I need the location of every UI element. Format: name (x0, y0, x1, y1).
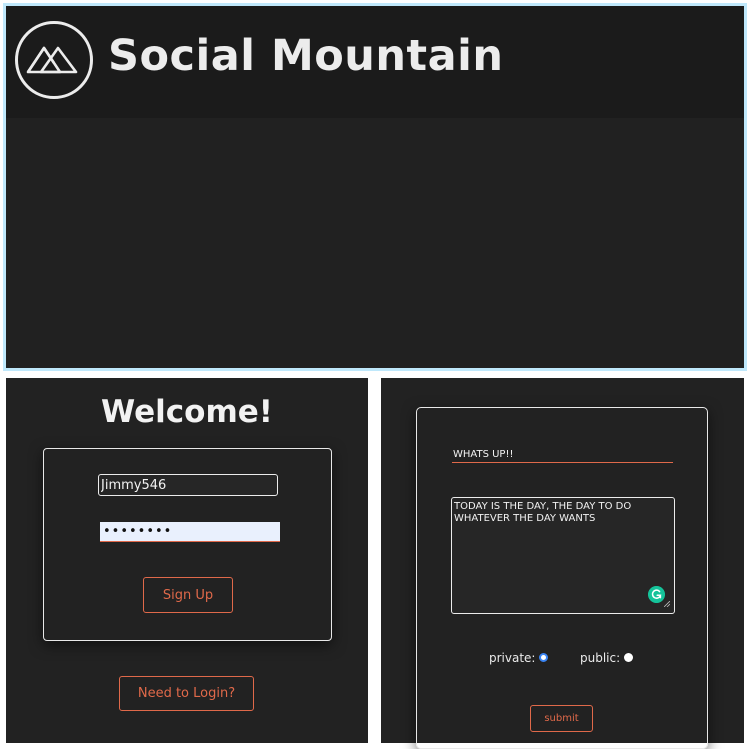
username-input[interactable] (98, 474, 278, 496)
privacy-options: private: public: (417, 649, 707, 667)
private-radio[interactable] (539, 653, 548, 662)
app-header: Social Mountain (6, 6, 744, 118)
welcome-heading: Welcome! (101, 394, 273, 430)
sign-up-button[interactable]: Sign Up (143, 577, 233, 613)
public-label: public: (580, 651, 621, 665)
signup-panel: Welcome! Sign Up Need to Login? (6, 378, 368, 743)
resize-grip-icon[interactable] (664, 601, 670, 607)
new-post-card: TODAY IS THE DAY, THE DAY TO DO WHATEVER… (416, 407, 708, 749)
private-label: private: (489, 651, 536, 665)
public-radio[interactable] (624, 653, 633, 662)
signup-form-card: Sign Up (43, 448, 332, 641)
password-input[interactable] (100, 522, 280, 542)
need-to-login-button[interactable]: Need to Login? (119, 676, 254, 711)
app-title: Social Mountain (108, 31, 504, 81)
grammarly-icon[interactable] (648, 586, 665, 603)
post-title-input[interactable] (452, 446, 673, 463)
mountain-logo-icon (15, 21, 93, 99)
new-post-panel: TODAY IS THE DAY, THE DAY TO DO WHATEVER… (381, 378, 744, 749)
submit-button[interactable]: submit (530, 705, 593, 732)
app-screenshot-frame: Social Mountain (3, 3, 747, 371)
post-body-textarea[interactable]: TODAY IS THE DAY, THE DAY TO DO WHATEVER… (451, 497, 675, 614)
